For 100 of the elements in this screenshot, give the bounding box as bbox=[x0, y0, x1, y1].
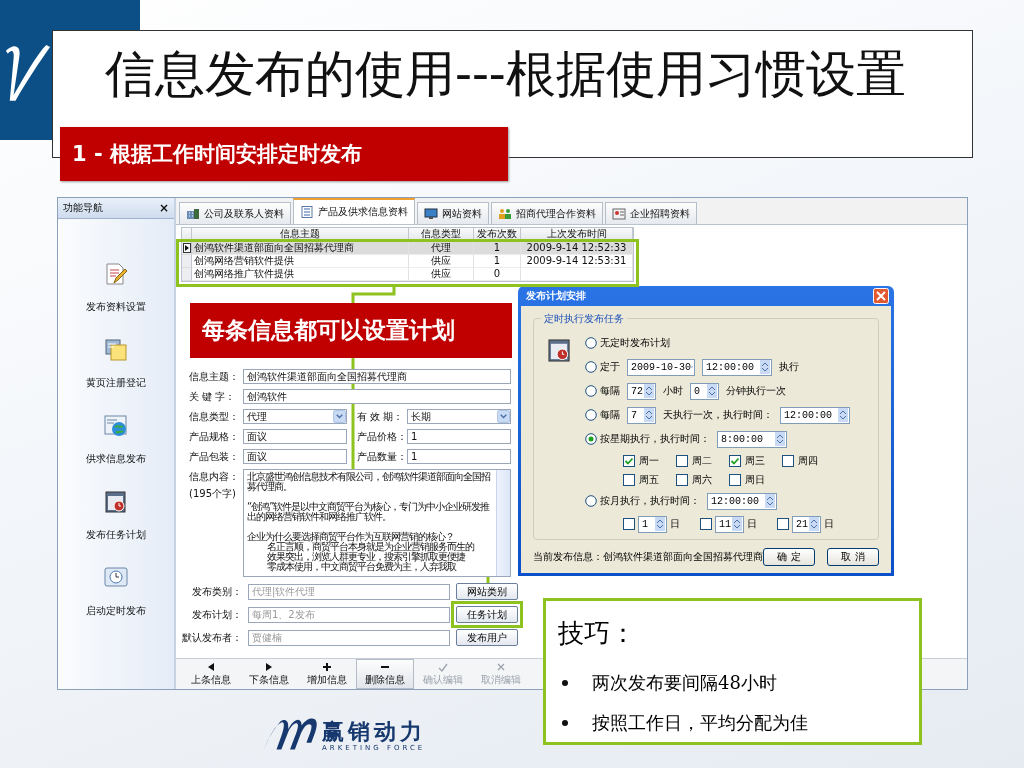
radio-button[interactable] bbox=[585, 337, 597, 349]
close-icon bbox=[496, 661, 506, 672]
radio-button[interactable] bbox=[585, 409, 597, 421]
clock-icon bbox=[104, 566, 128, 590]
nav-item[interactable]: 启动定时发布 bbox=[86, 566, 146, 642]
input-field[interactable]: 每周1、2发布 bbox=[248, 606, 450, 623]
content-line: “创鸿”软件是以中文商贸平台为核心，专门为中小企业研发推出的网络营销软件和网络推广软件。 bbox=[247, 502, 491, 522]
spin-icon[interactable] bbox=[655, 517, 665, 531]
input-field[interactable]: 贾健楠 bbox=[248, 629, 450, 646]
day-label: 周六 bbox=[692, 472, 712, 487]
radio-button[interactable] bbox=[585, 385, 597, 397]
tip-text: 两次发布要间隔48小时 bbox=[592, 671, 777, 695]
checkbox[interactable] bbox=[782, 454, 794, 467]
dropdown-icon[interactable] bbox=[333, 410, 346, 423]
field-label: 发布类别： bbox=[191, 584, 242, 599]
dialog-button[interactable]: 取 消 bbox=[827, 547, 879, 566]
action-button[interactable]: 发布用户 bbox=[456, 629, 518, 646]
checkbox[interactable] bbox=[729, 473, 741, 486]
dropdown-icon[interactable] bbox=[497, 410, 510, 423]
checkbox[interactable] bbox=[623, 518, 635, 530]
spin-icon[interactable] bbox=[775, 432, 785, 446]
number-field[interactable]: 72 bbox=[627, 382, 656, 400]
day-label: 周一 bbox=[639, 453, 659, 468]
tab[interactable]: 企业招聘资料 bbox=[605, 202, 697, 224]
nav-item[interactable]: 发布资料设置 bbox=[86, 262, 146, 338]
checkbox[interactable] bbox=[623, 473, 635, 486]
spin-icon[interactable] bbox=[644, 384, 654, 398]
text-field[interactable]: 创鸿软件 bbox=[243, 389, 511, 404]
time-field[interactable]: 12:00:00 bbox=[780, 406, 850, 424]
time-field[interactable]: 8:00:00 bbox=[717, 430, 787, 448]
number-field[interactable]: 11 bbox=[715, 515, 744, 533]
tab[interactable]: 产品及供求信息资料 bbox=[293, 198, 415, 224]
checkbox[interactable] bbox=[676, 473, 688, 486]
char-count: (195个字) bbox=[189, 487, 237, 501]
group-title: 定时执行发布任务 bbox=[541, 312, 627, 326]
input-field[interactable]: 代理|软件代理 bbox=[248, 583, 450, 600]
tab[interactable]: 招商代理合作资料 bbox=[491, 202, 603, 224]
callout-label: 每条信息都可以设置计划 bbox=[190, 303, 512, 358]
number-field[interactable]: 7 bbox=[627, 406, 656, 424]
spin-icon[interactable] bbox=[707, 384, 717, 398]
date-field[interactable]: 2009-10-30 bbox=[627, 358, 695, 376]
option-label: 无定时发布计划 bbox=[600, 336, 670, 350]
field-label: 产品包装： bbox=[189, 449, 240, 464]
text-field[interactable]: 1 bbox=[407, 429, 511, 444]
spin-icon[interactable] bbox=[809, 517, 819, 531]
option-label: 按月执行，执行时间： bbox=[600, 494, 700, 508]
close-button[interactable]: × bbox=[158, 201, 169, 215]
spin-icon[interactable] bbox=[760, 360, 770, 374]
number-field[interactable]: 1 bbox=[638, 515, 667, 533]
close-icon[interactable] bbox=[873, 288, 889, 304]
list-icon bbox=[300, 206, 314, 218]
checkbox[interactable] bbox=[623, 454, 635, 467]
time-field[interactable]: 12:00:00 bbox=[702, 358, 772, 376]
content-line: 北京盛世鸿创信息技术有限公司，创鸿软件渠道部面向全国招募代理商。 bbox=[247, 472, 492, 492]
spin-icon[interactable] bbox=[765, 494, 775, 508]
content-field[interactable]: 北京盛世鸿创信息技术有限公司，创鸿软件渠道部面向全国招募代理商。 “创鸿”软件是以中文商贸平台为核心，专门为中小企业研发推出的网络营销软件和网络推广软件。 企业为什么要选择商贸平台作为互联网营销的核心？ 名正言顺，商贸平台本身就是为企业营销服务而生的 效果突出，浏览人群更专业，搜索引擎抓取更便捷 零成本使用，中文商贸平台免费为主，人弃我取 bbox=[243, 469, 511, 577]
checkbox[interactable] bbox=[777, 518, 789, 530]
checkbox[interactable] bbox=[729, 454, 741, 467]
notes-icon bbox=[104, 338, 128, 362]
spin-icon[interactable] bbox=[838, 408, 848, 422]
toolbar-button[interactable]: 删除信息 bbox=[356, 659, 414, 689]
radio-button[interactable] bbox=[585, 361, 597, 373]
select-field[interactable]: 长期 bbox=[407, 409, 511, 424]
text-field[interactable]: 面议 bbox=[243, 429, 347, 444]
day-label: 周三 bbox=[745, 453, 765, 468]
tab[interactable]: 公司及联系人资料 bbox=[179, 202, 291, 224]
row-header-cell[interactable] bbox=[182, 268, 192, 281]
text-field[interactable]: 创鸿软件渠道部面向全国招募代理商 bbox=[243, 369, 511, 384]
spin-icon[interactable] bbox=[732, 517, 742, 531]
radio-button[interactable] bbox=[585, 433, 597, 445]
row-header-cell[interactable] bbox=[182, 255, 192, 268]
action-button[interactable]: 任务计划 bbox=[456, 606, 518, 623]
table-cell: 2009-9-14 12:52:33 bbox=[521, 242, 633, 255]
document-edit-icon bbox=[104, 262, 128, 286]
number-field[interactable]: 21 bbox=[792, 515, 821, 533]
toolbar-button[interactable]: 下条信息 bbox=[240, 659, 298, 689]
field-label: 关 键 字： bbox=[189, 389, 237, 404]
text-field[interactable]: 面议 bbox=[243, 449, 347, 464]
radio-button[interactable] bbox=[585, 495, 597, 507]
field-label: 产品规格： bbox=[189, 429, 240, 444]
checkbox[interactable] bbox=[676, 454, 688, 467]
unit-label: 日 bbox=[670, 517, 680, 531]
text-field[interactable]: 1 bbox=[407, 449, 511, 464]
scrollbar[interactable] bbox=[496, 470, 510, 576]
action-button[interactable]: 网站类别 bbox=[456, 583, 518, 600]
spin-icon[interactable] bbox=[644, 408, 654, 422]
number-field[interactable]: 0 bbox=[690, 382, 719, 400]
logo-name: 赢销动力 bbox=[322, 720, 426, 744]
time-field[interactable]: 12:00:00 bbox=[707, 492, 777, 510]
tab[interactable]: 网站资料 bbox=[417, 202, 489, 224]
select-field[interactable]: 代理 bbox=[243, 409, 347, 424]
toolbar-button[interactable]: 增加信息 bbox=[298, 659, 356, 689]
dialog-button[interactable]: 确 定 bbox=[763, 547, 815, 566]
field-label: 信息类型： bbox=[189, 409, 240, 424]
nav-item[interactable]: 黄页注册登记 bbox=[86, 338, 146, 414]
nav-item[interactable]: 发布任务计划 bbox=[86, 490, 146, 566]
id-card-icon bbox=[612, 207, 626, 220]
checkbox[interactable] bbox=[700, 518, 712, 530]
toolbar-button[interactable]: 上条信息 bbox=[182, 659, 240, 689]
nav-item[interactable]: 供求信息发布 bbox=[86, 414, 146, 490]
